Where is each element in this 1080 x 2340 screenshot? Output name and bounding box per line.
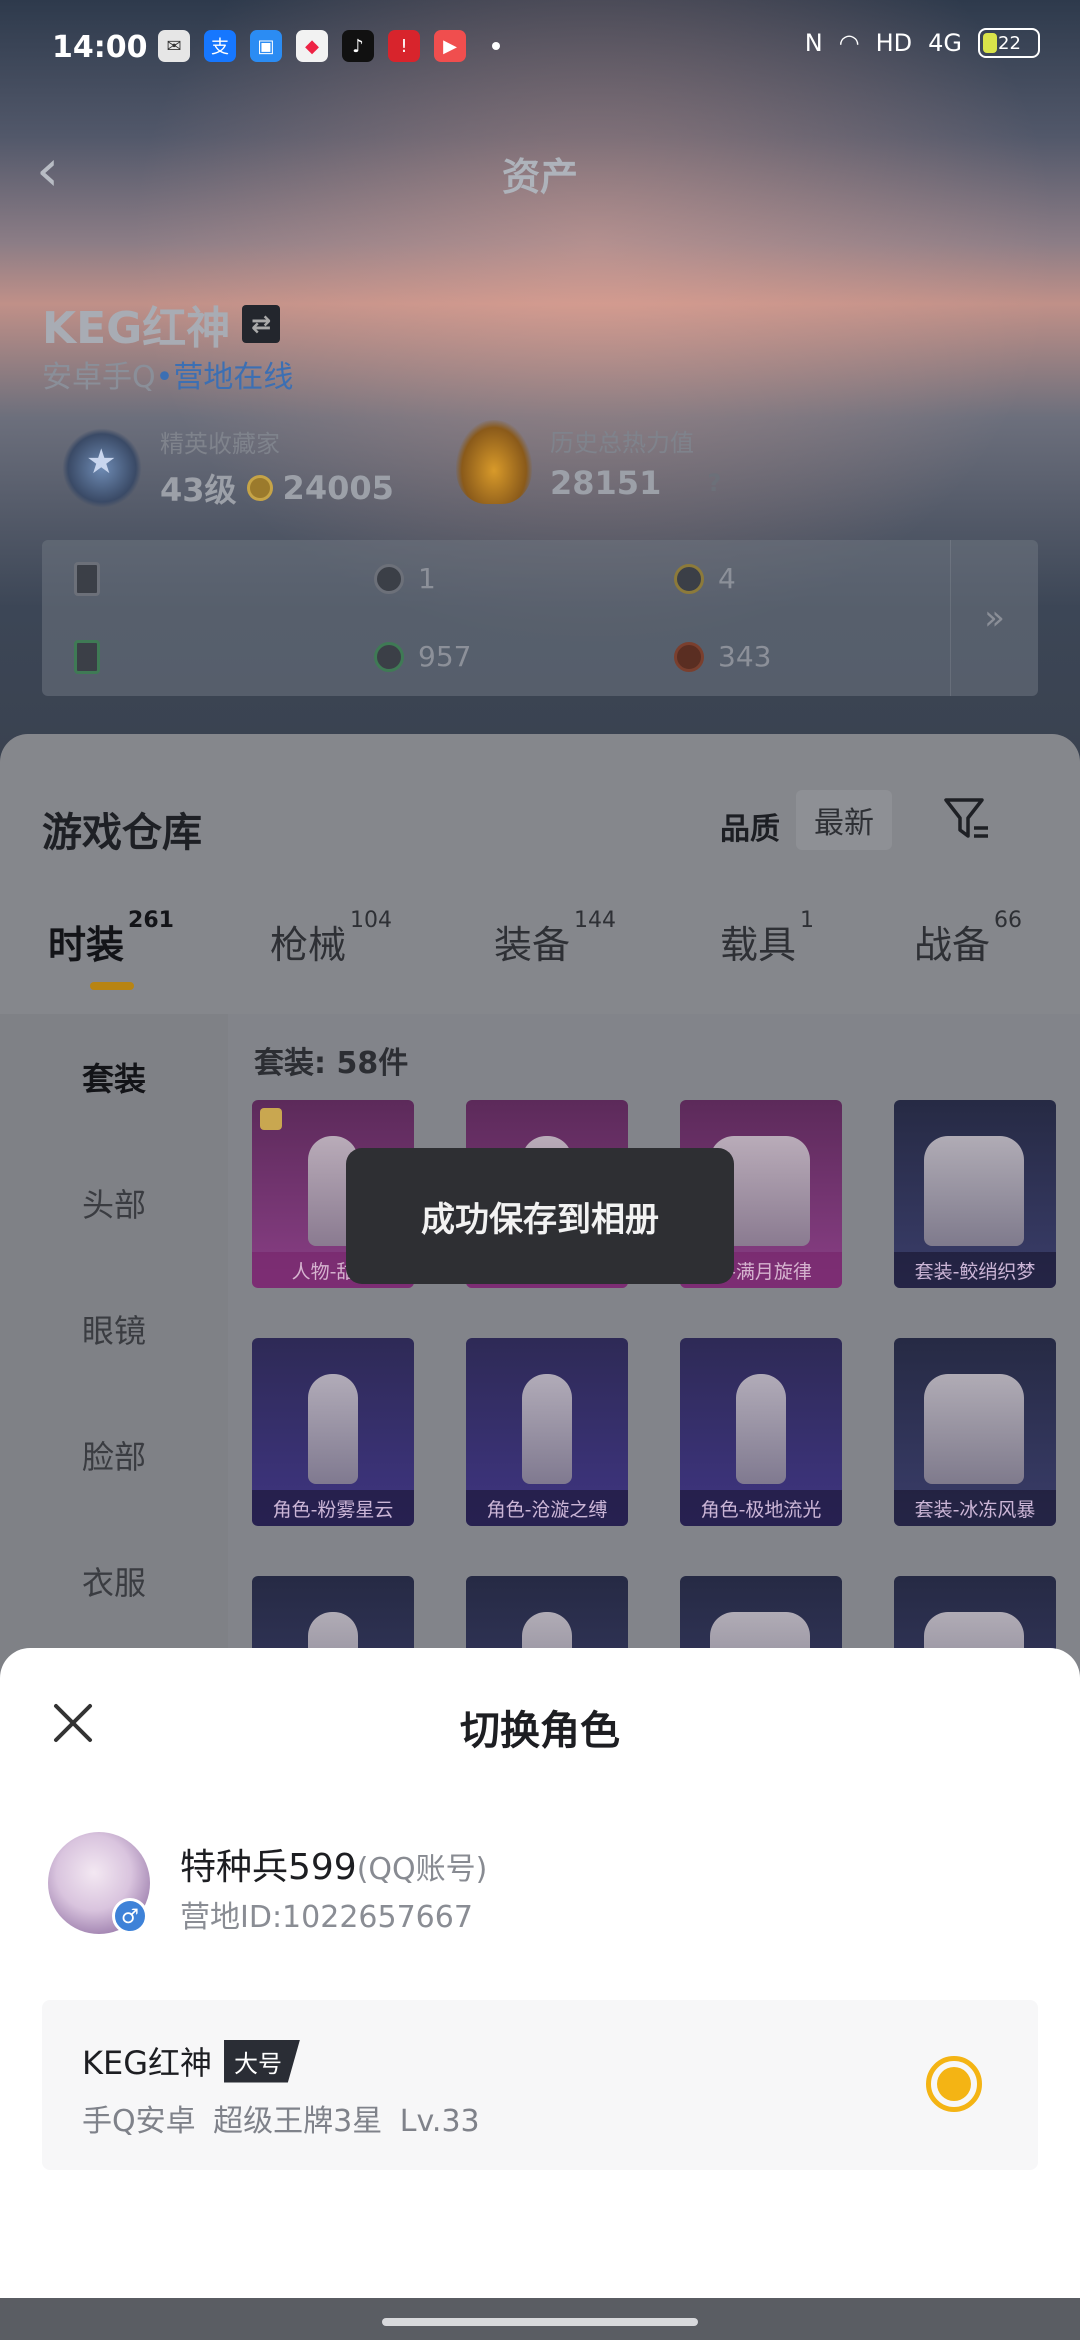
asset-item: 0	[74, 639, 100, 674]
role-detail: 手Q安卓 超级王牌3星 Lv.33	[82, 2104, 480, 2139]
heat-stat[interactable]: 历史总热力值 28151 ?	[456, 420, 721, 504]
sheet-title: 切换角色	[460, 1708, 620, 1754]
flame-icon	[456, 420, 532, 504]
male-icon: ♂	[112, 1898, 148, 1934]
page-title: 资产	[501, 155, 578, 199]
wifi-icon: ◠	[838, 29, 860, 57]
character-figure	[522, 1374, 572, 1484]
collector-stat[interactable]: 精英收藏家 43级 24005	[62, 424, 394, 511]
item-card-label: 角色-沧漩之缚	[466, 1490, 628, 1526]
app-notification-icon: ✉	[158, 30, 190, 62]
app-notification-icon: ◆	[296, 30, 328, 62]
item-card-label: 套装-鲛绡织梦	[894, 1252, 1056, 1288]
home-gesture-handle[interactable]	[382, 2318, 698, 2326]
battery-icon: 22	[978, 28, 1040, 58]
item-card[interactable]: 角色-粉雾星云	[252, 1338, 414, 1526]
item-card-label: 角色-极地流光	[680, 1490, 842, 1526]
more-notifications-icon	[492, 42, 500, 50]
character-figure	[924, 1374, 1024, 1484]
character-figure	[924, 1136, 1024, 1246]
filter-icon[interactable]	[942, 794, 992, 844]
more-assets-button[interactable]: »	[950, 540, 1038, 696]
switch-role-sheet: 切换角色 ♂ 特种兵599(QQ账号) 营地ID:1022657667 KEG红…	[0, 1648, 1080, 2298]
signal-icon: 4G	[928, 29, 962, 57]
player-name-row: KEG红神 ⇄	[42, 292, 281, 356]
tab-fashion[interactable]: 时装261	[48, 908, 174, 969]
assets-summary[interactable]: 8 1 4 0 957 343 »	[42, 540, 1038, 696]
video-app-icon: ▶	[434, 30, 466, 62]
medal-icon	[62, 427, 142, 508]
token-icon	[374, 563, 404, 594]
item-card-label: 套装-冰冻风暴	[894, 1490, 1056, 1526]
tiktok-icon: ♪	[342, 30, 374, 62]
app-notification-icon: ▣	[250, 30, 282, 62]
app-notification-icon: !	[388, 30, 420, 62]
status-time: 14:00	[52, 30, 148, 65]
tab-vehicles[interactable]: 载具1	[720, 908, 814, 969]
swap-role-icon[interactable]: ⇄	[242, 305, 281, 343]
heat-value: 28151	[550, 463, 662, 502]
account-name: 特种兵599	[180, 1847, 357, 1888]
player-subtitle: 安卓手Q•营地在线	[42, 360, 294, 395]
card-icon	[74, 561, 100, 596]
green-card-icon	[74, 639, 100, 674]
gold-token-icon	[674, 563, 704, 594]
sidebar-item-head[interactable]: 头部	[0, 1180, 228, 1226]
player-platform: 安卓手Q	[42, 360, 156, 395]
role-tag: 大号	[224, 2039, 301, 2083]
suit-count: 套装: 58件	[254, 1046, 409, 1081]
asset-item: 957	[374, 640, 471, 673]
account-type: (QQ账号)	[356, 1852, 488, 1887]
sidebar-item-glasses[interactable]: 眼镜	[0, 1306, 228, 1352]
account-id: 营地ID:1022657667	[180, 1900, 473, 1935]
coin-count: 24005	[282, 469, 394, 507]
red-token-icon	[674, 641, 704, 672]
tab-guns[interactable]: 枪械104	[270, 908, 392, 969]
sort-quality-button[interactable]: 品质	[720, 804, 780, 848]
notification-icons: ✉ 支 ▣ ◆ ♪ ! ▶	[158, 30, 500, 62]
item-card[interactable]: 套装-冰冻风暴	[894, 1338, 1056, 1526]
item-card[interactable]: 角色-沧漩之缚	[466, 1338, 628, 1526]
item-card[interactable]: 套装-鲛绡织梦	[894, 1100, 1056, 1288]
item-card[interactable]: 角色-极地流光	[680, 1338, 842, 1526]
online-status: 营地在线	[173, 360, 294, 395]
sidebar-item-face[interactable]: 脸部	[0, 1432, 228, 1478]
status-bar: 14:00 ✉ 支 ▣ ◆ ♪ ! ▶ N ◠ HD 4G 22	[0, 0, 1080, 96]
asset-item: 4	[674, 562, 736, 595]
status-right: N ◠ HD 4G 22	[805, 28, 1040, 58]
shirt-icon	[260, 1108, 282, 1130]
collector-level: 43级	[160, 471, 237, 509]
character-figure	[736, 1374, 786, 1484]
alipay-icon: 支	[204, 30, 236, 62]
asset-item: 343	[674, 640, 771, 673]
sidebar-item-clothes[interactable]: 衣服	[0, 1558, 228, 1604]
role-selected-radio[interactable]	[926, 2056, 982, 2112]
tab-supplies[interactable]: 战备66	[914, 908, 1022, 969]
player-name: KEG红神	[42, 303, 231, 354]
account-name-row: 特种兵599(QQ账号)	[180, 1838, 487, 1890]
asset-item: 1	[374, 562, 436, 595]
hd-icon: HD	[875, 29, 913, 57]
role-name: KEG红神	[82, 2044, 213, 2082]
character-figure	[308, 1374, 358, 1484]
active-tab-indicator	[90, 982, 134, 990]
nfc-icon: N	[804, 29, 823, 57]
green-token-icon	[374, 641, 404, 672]
sidebar-item-suits[interactable]: 套装	[0, 1054, 228, 1100]
warehouse-title: 游戏仓库	[42, 810, 202, 856]
asset-item: 8	[74, 561, 100, 596]
heat-label: 历史总热力值	[550, 428, 694, 457]
role-option[interactable]: KEG红神 大号 手Q安卓 超级王牌3星 Lv.33	[42, 2000, 1038, 2170]
collector-label: 精英收藏家	[160, 430, 280, 458]
sort-newest-button[interactable]: 最新	[796, 790, 892, 850]
coin-icon	[246, 475, 273, 501]
tab-equipment[interactable]: 装备144	[494, 908, 616, 969]
help-icon[interactable]: ?	[707, 469, 721, 497]
toast-message: 成功保存到相册	[346, 1148, 734, 1284]
category-tabs: 时装261 枪械104 装备144 载具1 战备66	[0, 908, 1080, 984]
item-card-label: 角色-粉雾星云	[252, 1490, 414, 1526]
battery-level: 22	[998, 32, 1021, 54]
